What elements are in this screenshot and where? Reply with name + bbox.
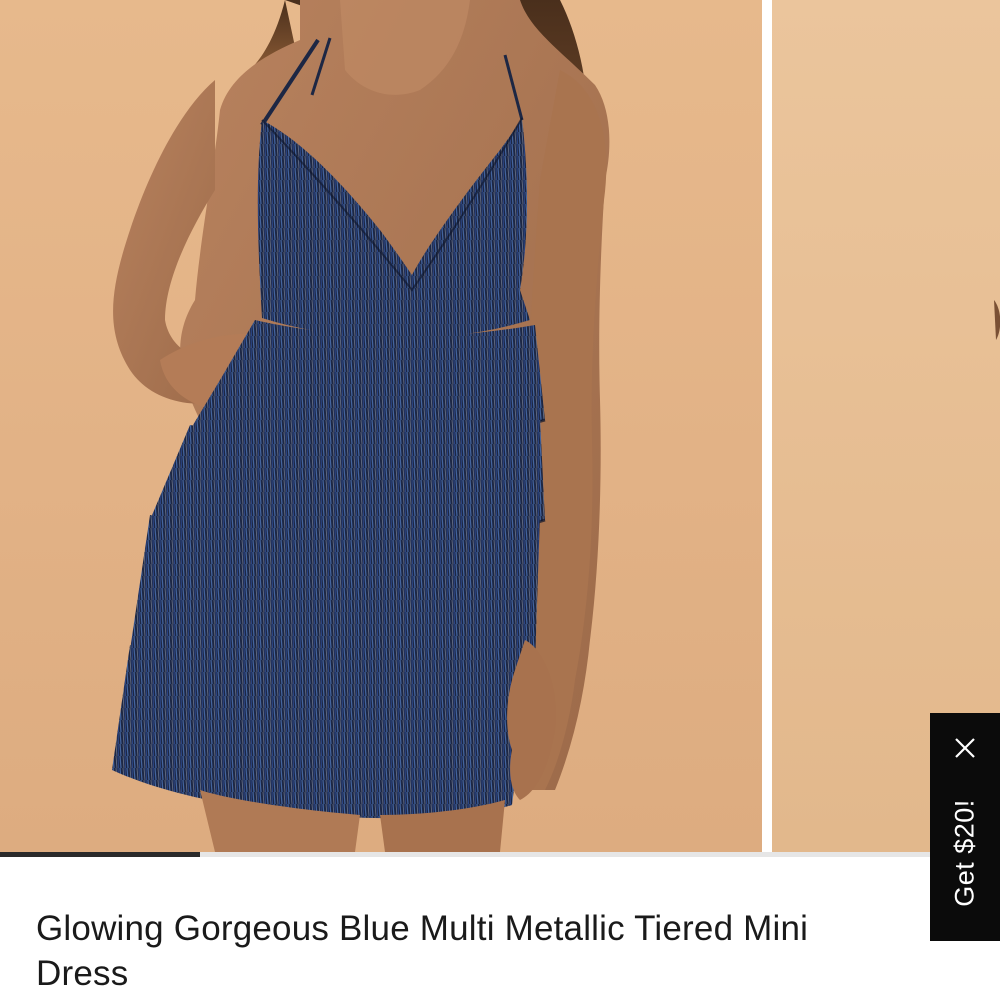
- gallery-progress-bar: [0, 852, 200, 857]
- product-image-main[interactable]: [0, 0, 762, 852]
- product-image-gallery[interactable]: [0, 0, 1000, 852]
- promo-label[interactable]: Get $20!: [950, 799, 981, 907]
- promo-tab[interactable]: Get $20!: [930, 713, 1000, 941]
- slide-divider: [762, 0, 772, 852]
- product-title: Glowing Gorgeous Blue Multi Metallic Tie…: [36, 909, 809, 993]
- gallery-progress-track: [0, 852, 1000, 857]
- product-photo: [112, 0, 610, 852]
- close-icon[interactable]: [948, 731, 982, 765]
